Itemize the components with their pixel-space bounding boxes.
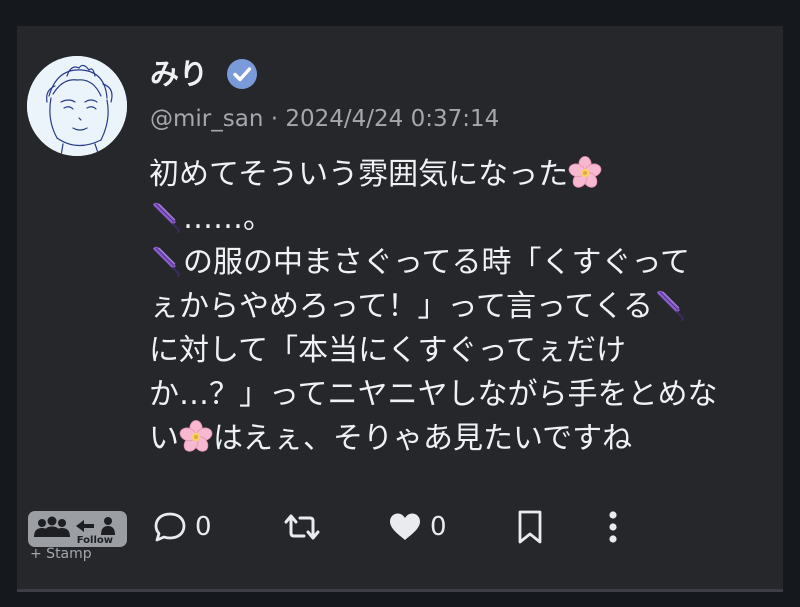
cherry-blossom-icon <box>179 420 213 454</box>
umbrella-icon <box>149 200 183 234</box>
avatar-sketch-icon <box>27 56 127 156</box>
post-line: ……。 <box>149 197 774 241</box>
reply-count: 0 <box>195 512 212 542</box>
follow-label: Follow <box>76 535 113 546</box>
bookmark-button[interactable] <box>516 508 544 546</box>
post-body: 初めてそういう雰囲気になった ……。の服の中まさぐってる時「くすぐってぇからやめろ… <box>149 153 774 461</box>
post-line: 初めてそういう雰囲気になった <box>149 153 774 197</box>
like-button[interactable]: 0 <box>388 508 447 546</box>
more-options-button[interactable] <box>604 508 622 546</box>
reply-button[interactable]: 0 <box>153 508 212 546</box>
heart-icon <box>390 513 420 540</box>
post-text: 初めてそういう雰囲気になった <box>149 157 569 192</box>
like-count: 0 <box>430 512 447 542</box>
more-vertical-icon <box>609 511 617 543</box>
umbrella-icon <box>653 288 687 322</box>
verified-badge-icon <box>227 59 257 89</box>
avatar[interactable] <box>27 56 127 156</box>
post-line: ぇからやめろって！」って言ってくる <box>149 285 774 329</box>
display-name[interactable]: みり <box>150 54 208 94</box>
bookmark-icon <box>518 510 542 544</box>
post-meta: @mir_san · 2024/4/24 0:37:14 <box>150 106 500 132</box>
cherry-blossom-icon <box>568 156 602 190</box>
post-text: の服の中まさぐってる時「くすぐって <box>183 245 690 280</box>
reply-bubble-icon <box>154 512 186 542</box>
bottom-area <box>0 592 800 607</box>
stamp-label[interactable]: + Stamp <box>30 546 92 562</box>
post-text: ……。 <box>183 201 273 236</box>
umbrella-icon <box>149 244 183 278</box>
stamp-follow-button[interactable]: Follow <box>28 511 127 547</box>
repost-icon <box>284 514 320 540</box>
top-strip <box>0 0 800 26</box>
post-text: に対して「本当にくすぐってぇだけ <box>149 333 626 368</box>
post-text: い <box>149 421 179 456</box>
post-text: か…？」ってニヤニヤしながら手をとめな <box>149 377 718 412</box>
repost-button[interactable] <box>282 508 322 546</box>
post-line: に対して「本当にくすぐってぇだけ <box>149 329 774 373</box>
post-line: の服の中まさぐってる時「くすぐって <box>149 241 774 285</box>
post-line: いはえぇ、そりゃあ見たいですね <box>149 417 774 461</box>
post-line: か…？」ってニヤニヤしながら手をとめな <box>149 373 774 417</box>
post-text: ぇからやめろって！」って言ってくる <box>149 289 653 324</box>
post-text: はえぇ、そりゃあ見たいですね <box>213 421 633 456</box>
